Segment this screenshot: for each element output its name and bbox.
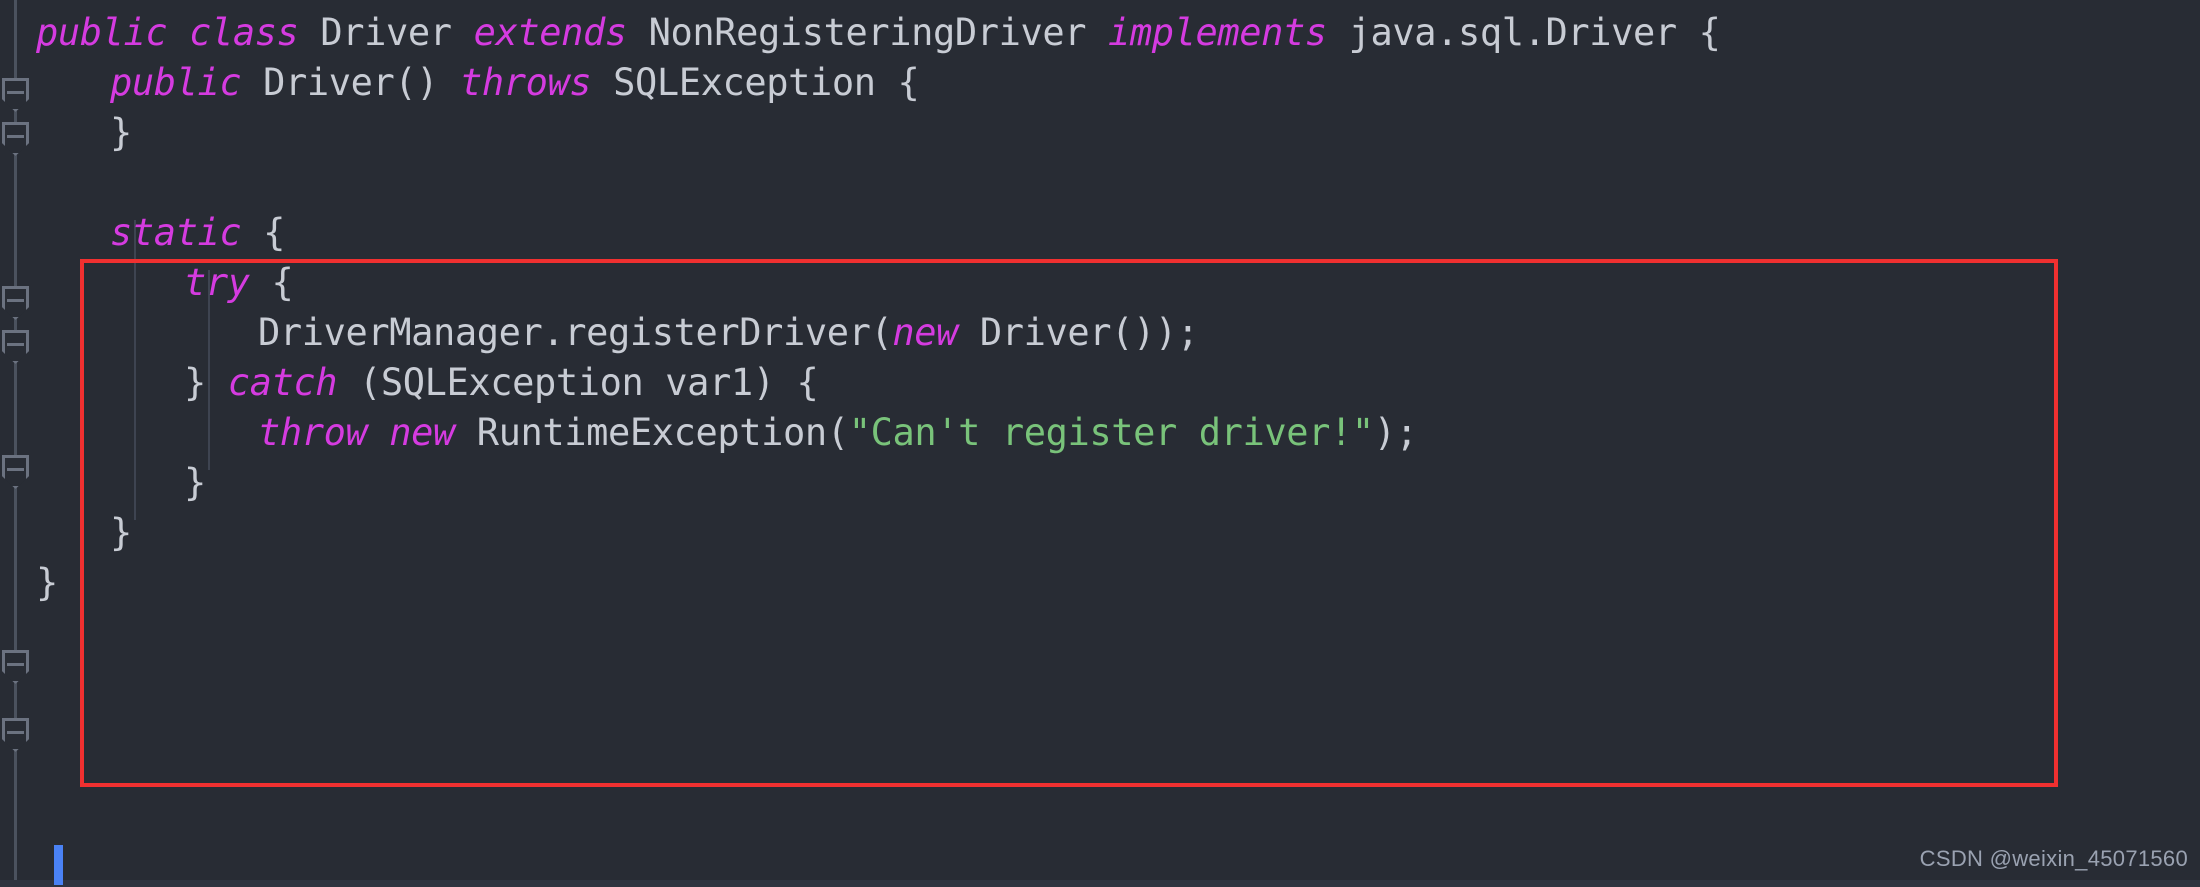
code-line[interactable]: } [36,558,58,608]
code-token: } [184,461,206,504]
code-token: extends [473,11,628,54]
code-token: throws [460,61,592,104]
code-token: class [189,11,299,54]
code-token: } [110,111,132,154]
fold-pentagon-icon [2,455,29,489]
code-token: catch [227,361,338,404]
fold-pentagon-icon [2,122,29,156]
code-line[interactable]: DriverManager.registerDriver(new Driver(… [258,308,1199,358]
code-token: java.sql.Driver { [1326,11,1721,54]
fold-pentagon-icon [2,718,29,752]
code-token: static [110,211,242,254]
code-token: { [249,261,294,304]
code-token: DriverManager.registerDriver( [258,311,893,354]
code-token: SQLException { [591,61,920,104]
code-token: implements [1107,11,1327,54]
code-token: throw [258,411,368,454]
fold-top-edge [2,330,29,333]
code-token: RuntimeException( [454,411,849,454]
code-token: (SQLException var1) { [337,361,819,404]
code-token: { [241,211,286,254]
code-editor: public class Driver extends NonRegisteri… [0,0,2200,887]
code-token: new [892,311,959,354]
fold-top-edge [2,286,29,289]
code-token: Driver [298,11,474,54]
code-line[interactable]: } [110,108,132,158]
fold-minus-icon [7,663,24,666]
code-line[interactable]: public Driver() throws SQLException { [110,58,920,108]
indent-guide [134,220,136,520]
fold-minus-icon [7,91,24,94]
fold-toggle-icon[interactable] [2,718,29,752]
fold-minus-icon [7,299,24,302]
fold-toggle-icon[interactable] [2,330,29,364]
code-token: } [184,361,228,404]
code-token: ); [1373,411,1418,454]
code-token: public [110,61,242,104]
code-line[interactable]: try { [184,258,294,308]
code-surface[interactable]: public class Driver extends NonRegisteri… [36,0,2200,880]
fold-minus-icon [7,343,24,346]
code-line[interactable]: static { [110,208,285,258]
code-token: "Can't register driver!" [848,411,1374,454]
code-token: Driver()); [958,311,1199,354]
code-token: } [36,561,58,604]
code-token: public [36,11,168,54]
fold-pentagon-icon [2,286,29,320]
fold-top-edge [2,650,29,653]
fold-minus-icon [7,731,24,734]
code-token: NonRegisteringDriver [626,11,1108,54]
text-caret [54,845,63,885]
fold-toggle-icon[interactable] [2,78,29,112]
fold-toggle-icon[interactable] [2,455,29,489]
fold-pentagon-icon [2,330,29,364]
code-line[interactable]: throw new RuntimeException("Can't regist… [258,408,1418,458]
fold-toggle-icon[interactable] [2,122,29,156]
fold-top-edge [2,455,29,458]
fold-pentagon-icon [2,650,29,684]
fold-top-edge [2,78,29,81]
code-token: Driver() [241,61,461,104]
fold-top-edge [2,718,29,721]
code-line[interactable]: public class Driver extends NonRegisteri… [36,8,1721,58]
fold-top-edge [2,122,29,125]
editor-gutter[interactable] [0,0,36,880]
code-line[interactable]: } [184,458,206,508]
code-token: new [389,411,455,454]
code-line[interactable]: } [110,508,132,558]
fold-minus-icon [7,135,24,138]
code-line[interactable]: } catch (SQLException var1) { [184,358,819,408]
fold-toggle-icon[interactable] [2,286,29,320]
code-token: } [110,511,132,554]
fold-pentagon-icon [2,78,29,112]
fold-toggle-icon[interactable] [2,650,29,684]
watermark-label: CSDN @weixin_45071560 [1919,846,2188,871]
fold-minus-icon [7,468,24,471]
code-token: try [184,261,250,304]
